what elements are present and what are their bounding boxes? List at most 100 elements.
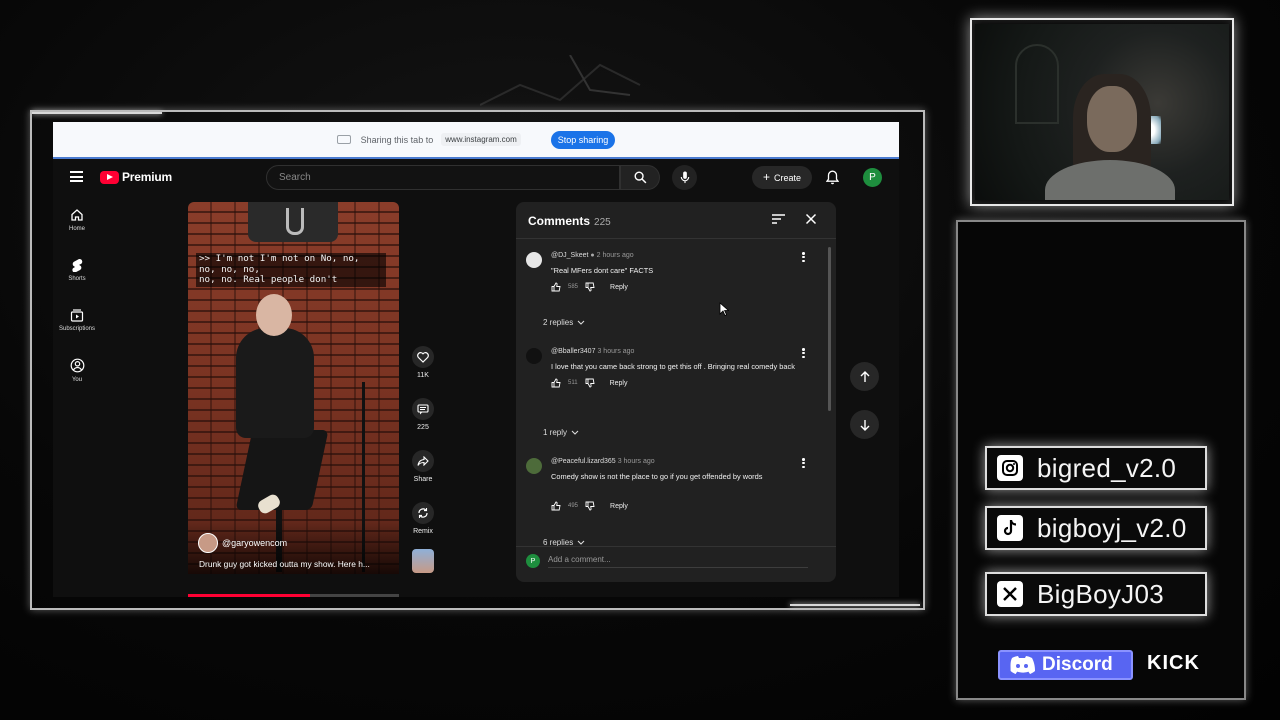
search-icon <box>634 171 646 184</box>
comment-avatar[interactable] <box>526 458 542 474</box>
short-actions: 11K 225 Share Remix <box>410 346 436 554</box>
comment-text: "Real MFers dont care" FACTS <box>551 266 654 275</box>
logo-text: Premium <box>122 170 172 184</box>
comment-count: 225 <box>417 424 429 431</box>
comment-text: I love that you came back strong to get … <box>551 362 795 371</box>
comments-scrollbar[interactable] <box>828 247 831 411</box>
subscriptions-icon <box>70 309 84 322</box>
reply-button[interactable]: Reply <box>610 503 628 510</box>
sidebar-item-shorts[interactable]: Shorts <box>53 252 101 302</box>
thumbs-up-icon[interactable] <box>551 282 561 292</box>
close-icon[interactable] <box>803 211 819 227</box>
comment-time: 2 hours ago <box>596 252 634 259</box>
reply-button[interactable]: Reply <box>610 284 628 291</box>
replies-label: 1 reply <box>543 428 568 437</box>
video-progress-bar[interactable] <box>188 594 399 597</box>
short-video-player[interactable]: >> I'm not I'm not on No, no, no, no, no… <box>188 202 399 574</box>
thumbs-down-icon[interactable] <box>585 282 595 292</box>
replies-toggle[interactable]: 6 replies <box>543 538 585 546</box>
video-caption: >> I'm not I'm not on No, no, no, no, no… <box>196 253 386 287</box>
channel-avatar[interactable] <box>198 533 218 553</box>
menu-icon[interactable] <box>70 171 83 182</box>
youtube-header: Premium Search + Create P <box>53 161 899 195</box>
arrow-up-icon <box>860 370 869 382</box>
browser-capture: Sharing this tab to www.instagram.com St… <box>53 122 899 597</box>
comment-time: 3 hours ago <box>597 348 635 355</box>
sound-thumbnail[interactable] <box>412 549 434 573</box>
thumbs-up-icon[interactable] <box>551 501 561 511</box>
remix-button[interactable]: Remix <box>410 502 436 554</box>
verified-icon: ● <box>590 252 595 259</box>
comment-author[interactable]: @Peaceful.lizard365 <box>551 458 616 465</box>
previous-short-button[interactable] <box>850 362 879 391</box>
heart-icon <box>412 346 434 368</box>
next-short-button[interactable] <box>850 410 879 439</box>
comment-text: Comedy show is not the place to go if yo… <box>551 472 763 481</box>
discord-badge: Discord <box>998 650 1133 680</box>
kick-logo: KICK <box>1147 652 1200 674</box>
tiktok-icon <box>997 515 1023 541</box>
add-comment-input[interactable]: Add a comment... <box>548 555 808 568</box>
comment-body: @DJ_Skeet ● 2 hours ago "Real MFers dont … <box>551 252 806 292</box>
sidebar-item-home[interactable]: Home <box>53 202 101 252</box>
remix-icon <box>412 502 434 524</box>
sidebar-item-label: You <box>71 377 83 383</box>
tiktok-name: bigboyj_v2.0 <box>1037 512 1187 543</box>
stream-overlay: Sharing this tab to www.instagram.com St… <box>0 0 1280 720</box>
replies-toggle[interactable]: 1 reply <box>543 428 579 437</box>
sidebar-item-subscriptions[interactable]: Subscriptions <box>53 302 101 352</box>
comment-icon <box>412 398 434 420</box>
replies-toggle[interactable]: 2 replies <box>543 318 585 327</box>
commenter-avatar: P <box>526 554 540 568</box>
sort-icon[interactable] <box>772 214 785 224</box>
comments-button[interactable]: 225 <box>410 398 436 450</box>
sidebar-item-label: Shorts <box>68 276 86 282</box>
account-avatar[interactable]: P <box>863 168 882 187</box>
search-input[interactable]: Search <box>266 165 620 190</box>
comments-panel: Comments 225 @DJ_Skeet ● 2 hours ago "Real… <box>516 202 836 582</box>
like-button[interactable]: 11K <box>410 346 436 398</box>
comment-avatar[interactable] <box>526 252 542 268</box>
comment-author[interactable]: @Bballer3407 <box>551 348 595 355</box>
comment-author[interactable]: @DJ_Skeet <box>551 252 588 259</box>
streamer-figure <box>1087 86 1137 152</box>
instagram-name: bigred_v2.0 <box>1037 452 1177 483</box>
youtube-sidebar: Home Shorts Subscriptions You <box>53 202 101 402</box>
comment-actions: 511 Reply <box>551 378 806 388</box>
comment-more-icon[interactable] <box>802 348 805 358</box>
sidebar-item-you[interactable]: You <box>53 352 101 402</box>
comedian-figure <box>236 328 314 438</box>
comment-avatar[interactable] <box>526 348 542 364</box>
comedian-figure <box>256 294 292 336</box>
search-button[interactable] <box>620 165 660 190</box>
channel-name[interactable]: @garyowencom <box>222 538 287 548</box>
tab-sharing-bar: Sharing this tab to www.instagram.com St… <box>53 122 899 159</box>
discord-icon <box>1010 656 1035 674</box>
notifications-bell-icon[interactable] <box>826 170 839 185</box>
chevron-down-icon <box>577 540 585 545</box>
comment-more-icon[interactable] <box>802 252 805 262</box>
share-button[interactable]: Share <box>410 450 436 502</box>
voice-search-button[interactable] <box>672 165 697 190</box>
thumbs-down-icon[interactable] <box>585 378 595 388</box>
share-label: Share <box>413 476 433 483</box>
stop-sharing-button[interactable]: Stop sharing <box>550 130 616 149</box>
club-sign <box>248 202 338 242</box>
add-comment-row: P Add a comment... <box>526 554 808 568</box>
arrow-down-icon <box>860 419 869 431</box>
thumbs-up-icon[interactable] <box>551 378 561 388</box>
create-button[interactable]: + Create <box>752 166 812 189</box>
video-title[interactable]: Drunk guy got kicked outta my show. Here… <box>199 559 389 569</box>
thumbs-down-icon[interactable] <box>585 501 595 511</box>
streamer-figure <box>1045 160 1175 200</box>
remix-label: Remix <box>413 528 433 535</box>
webcam-background <box>1015 44 1059 124</box>
channel-row[interactable]: @garyowencom <box>198 533 287 553</box>
like-count: 585 <box>568 284 579 290</box>
comment-header: @Bballer3407 3 hours ago <box>551 348 806 355</box>
reply-button[interactable]: Reply <box>610 380 628 387</box>
youtube-premium-logo[interactable]: Premium <box>100 170 172 184</box>
comments-divider <box>516 546 836 547</box>
comment-body: @Peaceful.lizard365 3 hours ago Comedy sh… <box>551 458 806 511</box>
comment-more-icon[interactable] <box>802 458 805 468</box>
